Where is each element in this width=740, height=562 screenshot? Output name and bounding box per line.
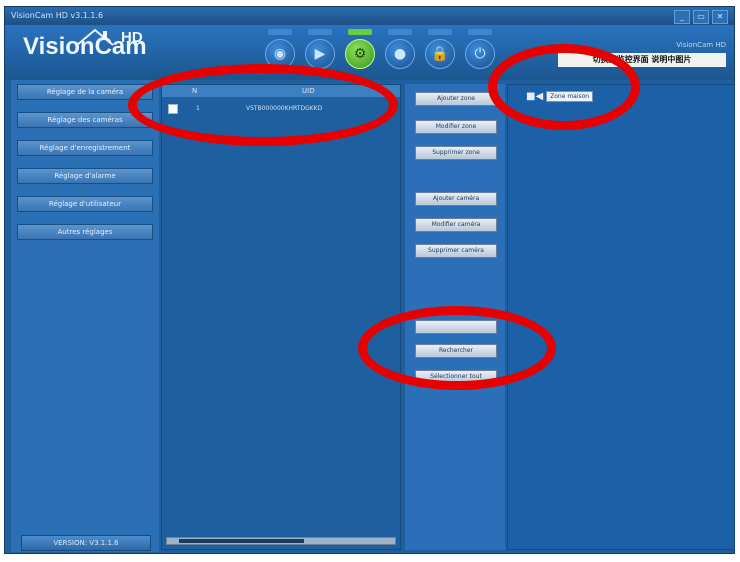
sidebar-item-other-settings[interactable]: Autres réglages xyxy=(17,224,153,240)
edit-camera-button[interactable]: Modifier caméra xyxy=(415,218,497,232)
tool-power[interactable]: ⏻ xyxy=(465,29,495,73)
version-label: VERSION: V3.1.1.6 xyxy=(21,535,151,551)
play-icon: ▶ xyxy=(305,39,335,69)
add-zone-button[interactable]: Ajouter zone xyxy=(415,92,497,106)
window-title: VisionCam HD v3.1.1.6 xyxy=(11,11,104,20)
horizontal-scrollbar[interactable] xyxy=(166,537,396,545)
highlight-ring-zone xyxy=(488,44,640,130)
highlight-ring-list xyxy=(128,64,398,146)
settings-sidebar: Réglage de la caméra Réglage des caméras… xyxy=(11,80,159,552)
sidebar-item-recording-settings[interactable]: Réglage d'enregistrement xyxy=(17,140,153,156)
tool-tab xyxy=(388,29,412,35)
sidebar-item-user-settings[interactable]: Réglage d'utilisateur xyxy=(17,196,153,212)
tool-tab xyxy=(348,29,372,35)
edit-zone-button[interactable]: Modifier zone xyxy=(415,120,497,134)
power-icon: ⏻ xyxy=(465,39,495,69)
minimize-button[interactable]: _ xyxy=(674,10,690,24)
delete-camera-button[interactable]: Supprimer caméra xyxy=(415,244,497,258)
scrollbar-thumb[interactable] xyxy=(179,539,304,543)
app-logo: VisionCam HD xyxy=(23,28,147,61)
device-list: N UID 1 VSTB000000KHRTDGKKD xyxy=(161,84,401,550)
tool-lock[interactable]: 🔒 xyxy=(425,29,455,73)
camera-tree: ■◀ Zone maison xyxy=(507,84,735,550)
tool-tab xyxy=(468,29,492,35)
tool-record[interactable]: ● xyxy=(385,29,415,73)
logo-badge: HD xyxy=(121,29,143,46)
lock-icon: 🔒 xyxy=(425,39,455,69)
close-button[interactable]: ✕ xyxy=(712,10,728,24)
title-bar: VisionCam HD v3.1.1.6 _ ▭ ✕ xyxy=(5,7,734,25)
highlight-ring-search xyxy=(358,306,556,390)
tool-tab xyxy=(308,29,332,35)
tool-settings[interactable]: ⚙ xyxy=(345,29,375,73)
record-icon: ● xyxy=(385,39,415,69)
tool-tab xyxy=(428,29,452,35)
settings-gear-icon: ⚙ xyxy=(345,39,375,69)
maximize-button[interactable]: ▭ xyxy=(693,10,709,24)
add-camera-button[interactable]: Ajouter caméra xyxy=(415,192,497,206)
delete-zone-button[interactable]: Supprimer zone xyxy=(415,146,497,160)
sidebar-item-alarm-settings[interactable]: Réglage d'alarme xyxy=(17,168,153,184)
tool-tab xyxy=(268,29,292,35)
window-controls: _ ▭ ✕ xyxy=(674,10,728,24)
house-logo-icon xyxy=(76,28,114,46)
